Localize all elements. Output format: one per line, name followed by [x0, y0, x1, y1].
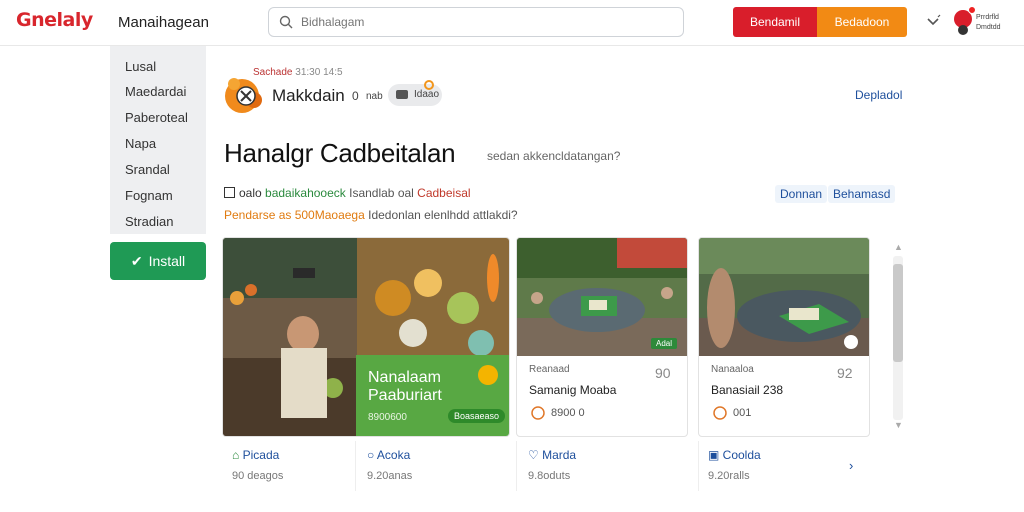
footer-link[interactable]: ▣ Coolda [708, 448, 761, 462]
search-icon [279, 15, 293, 29]
sidebar-item[interactable]: Napa [125, 136, 156, 151]
check-icon: ✔ [130, 252, 143, 269]
avatar-status-dot [958, 25, 968, 35]
card-featured[interactable]: Nanalaam Paaburiart 8900600 Boasaeaso [222, 237, 510, 437]
notification-badge [968, 6, 976, 14]
sidebar-item[interactable]: Fognam [125, 188, 173, 203]
user-line-1: Prrdrfld [976, 14, 999, 21]
user-line-2: Dmdtdd [976, 24, 1001, 31]
search-input[interactable] [301, 13, 671, 31]
card-label: Reanaad [529, 364, 570, 375]
sidebar-item[interactable]: Stradian [125, 214, 173, 229]
sidebar-item[interactable]: Paberoteal [125, 110, 188, 125]
leaf-icon: ⌂ [232, 448, 243, 462]
card-item[interactable]: Nanaaloa Banasiail 238 92 001 [698, 237, 870, 437]
heart-icon: ♡ [528, 448, 543, 462]
card-number: 92 [837, 365, 853, 381]
promo-title-1: Nanalaam [368, 369, 441, 386]
scroll-up-icon[interactable]: ▲ [894, 242, 903, 252]
top-bar: Gnelaly Manaihagean Bendamil Bedadoon Pr… [0, 0, 1024, 46]
promo-price: 8900600 [368, 412, 407, 423]
footer-sub: 9.20anas [367, 470, 413, 482]
card-stats: 001 [733, 407, 752, 419]
footer-sub: 90 deagos [232, 470, 284, 482]
card-badge: Adal [651, 338, 678, 349]
primary-orange-button[interactable]: Bedadoon [817, 7, 907, 37]
primary-red-button[interactable]: Bendamil [733, 7, 817, 37]
sidebar-item[interactable]: Maedardai [125, 84, 186, 99]
search-box[interactable] [268, 7, 684, 37]
chip-1[interactable]: Donnan [775, 185, 828, 203]
scrollbar[interactable]: ▲ ▼ [890, 240, 906, 434]
page-subtitle: sedan akkencldatangan? [487, 149, 621, 163]
card-label: Nanaaloa [711, 364, 754, 375]
card-photo [699, 238, 869, 356]
scroll-thumb[interactable] [893, 264, 903, 362]
camera-icon [396, 90, 408, 99]
promo-panel: Nanalaam Paaburiart 8900600 Boasaeaso [356, 355, 509, 436]
sidebar-item[interactable]: Srandal [125, 162, 170, 177]
card-stats: 8900 0 [551, 407, 585, 419]
app-meta-small: Sachade 31:30 14:5 [253, 67, 343, 78]
chip-2[interactable]: Behamasd [828, 185, 896, 203]
sidebar-item[interactable]: Lusal [125, 59, 156, 74]
user-menu[interactable]: Prrdrfld Dmdtdd [952, 6, 1012, 40]
divider [698, 441, 699, 491]
ring-icon [424, 80, 434, 90]
card-number: 90 [655, 365, 671, 381]
app-name: Makkdain [272, 86, 345, 105]
footer-sub: 9.8oduts [528, 470, 571, 482]
logo[interactable]: Gnelaly [16, 9, 93, 31]
brand-name: Manaihagean [118, 14, 209, 31]
card-name: Banasiail 238 [711, 383, 784, 397]
header-right-link[interactable]: Depladol [855, 88, 902, 102]
footer-link[interactable]: ♡ Marda [528, 448, 576, 462]
footer-link[interactable]: ○ Acoka [367, 448, 410, 462]
chevron-right-icon[interactable]: › [849, 458, 853, 473]
sidebar: Lusal Maedardai Paberoteal Napa Srandal … [110, 46, 206, 234]
grid-icon: ▣ [708, 448, 723, 462]
page-title: Hanalgr Cadbeitalan [224, 138, 456, 168]
meta-line-2: Pendarse as 500Maoaega Idedonlan elenlhd… [224, 208, 518, 222]
pill-label-small: nab [366, 91, 383, 102]
divider [355, 441, 356, 491]
meta-link-green[interactable]: badaikahooeck [265, 186, 346, 200]
install-button[interactable]: ✔ Install [110, 242, 206, 280]
promo-title-2: Paaburiart [368, 387, 442, 404]
promo-button[interactable]: Boasaeaso [448, 409, 506, 423]
card-stat-icon [531, 406, 545, 420]
meta-line-1: oalo badaikahooeck Isandlab oal Cadbeisa… [224, 186, 471, 200]
card-name: Samanig Moaba [529, 383, 617, 397]
star-icon [478, 365, 498, 385]
checkbox[interactable] [224, 187, 235, 198]
footer-link[interactable]: ⌂ Picada [232, 448, 279, 462]
footer-sub: 9.20ralls [708, 470, 750, 482]
camera-pill[interactable]: Idaao [388, 80, 442, 106]
circle-icon: ○ [367, 448, 377, 462]
app-count: 0 [352, 89, 359, 103]
card-item[interactable]: Adal Reanaad Samanig Moaba 90 8900 0 [516, 237, 688, 437]
meta-link-red[interactable]: Cadbeisal [417, 186, 470, 200]
chevron-down-icon[interactable] [924, 13, 942, 31]
scroll-down-icon[interactable]: ▼ [894, 420, 903, 430]
divider [516, 441, 517, 491]
card-stat-icon [713, 406, 727, 420]
